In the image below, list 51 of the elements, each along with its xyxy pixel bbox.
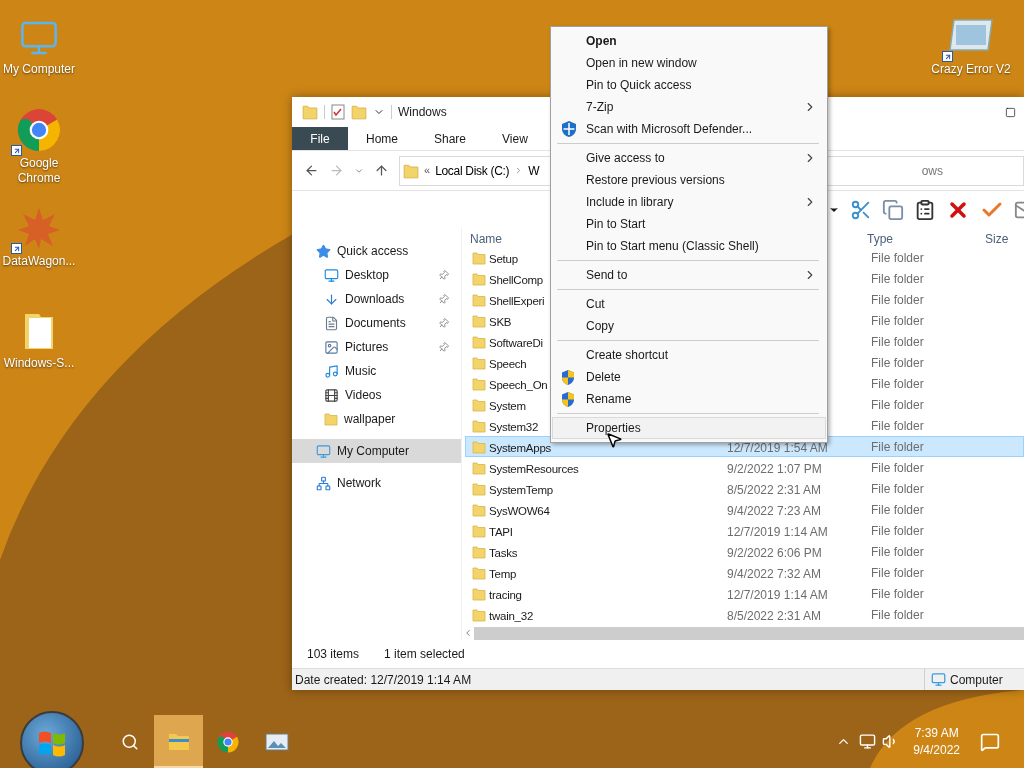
file-type: File folder <box>871 606 924 624</box>
file-type: File folder <box>871 291 924 309</box>
file-name: Speech_On <box>489 378 548 391</box>
file-name: Tasks <box>489 546 518 559</box>
date-modified: 12/7/2019 1:14 AM <box>727 587 828 602</box>
selection-count: 1 item selected <box>384 646 465 663</box>
file-name: ShellExperi <box>489 294 545 307</box>
date-modified: 8/5/2022 2:31 AM <box>727 482 822 497</box>
file-type: File folder <box>871 564 924 582</box>
breadcrumb: ows <box>921 162 943 180</box>
file-name: System32 <box>489 420 539 433</box>
file-type: File folder <box>871 312 924 330</box>
date-modified: 9/4/2022 7:23 AM <box>727 503 822 518</box>
date-modified: 8/5/2022 2:31 AM <box>727 608 822 623</box>
file-name: System <box>489 399 526 412</box>
date-modified: 9/4/2022 7:32 AM <box>727 566 822 581</box>
date-modified: 12/7/2019 1:54 AM <box>727 440 828 455</box>
file-type: File folder <box>871 375 924 393</box>
details-text: Date created: 12/7/2019 1:14 AM <box>295 671 473 689</box>
file-type: File folder <box>871 396 924 414</box>
file-name: SoftwareDi <box>489 336 543 349</box>
file-type: File folder <box>871 543 924 561</box>
file-name: Speech <box>489 357 527 370</box>
item-count: 103 items <box>307 646 360 663</box>
file-name: TAPI <box>489 525 513 538</box>
file-name: Temp <box>489 567 517 580</box>
file-type: File folder <box>871 459 924 477</box>
file-name: tracing <box>489 588 522 601</box>
file-type: File folder <box>871 249 924 267</box>
file-name: SysWOW64 <box>489 504 550 517</box>
file-type: File folder <box>871 522 924 540</box>
date-modified: 9/2/2022 6:06 PM <box>727 545 822 560</box>
file-name: SystemTemp <box>489 483 553 496</box>
file-name: SystemResources <box>489 462 579 475</box>
file-type: File folder <box>871 501 924 519</box>
file-type: File folder <box>871 354 924 372</box>
file-type: File folder <box>871 333 924 351</box>
file-name: SystemApps <box>489 441 552 454</box>
date-modified: 9/2/2022 1:07 PM <box>727 461 822 476</box>
file-type: File folder <box>871 270 924 288</box>
location-label: Computer <box>950 671 1003 689</box>
file-name: Setup <box>489 252 518 265</box>
file-type: File folder <box>871 480 924 498</box>
window-title: Windows <box>398 104 447 121</box>
file-name: SKB <box>489 315 512 328</box>
file-name: ShellComp <box>489 273 543 286</box>
file-type: File folder <box>871 585 924 603</box>
file-name: twain_32 <box>489 609 534 622</box>
file-type: File folder <box>871 438 924 456</box>
date-modified: 12/7/2019 1:14 AM <box>727 524 828 539</box>
file-type: File folder <box>871 417 924 435</box>
